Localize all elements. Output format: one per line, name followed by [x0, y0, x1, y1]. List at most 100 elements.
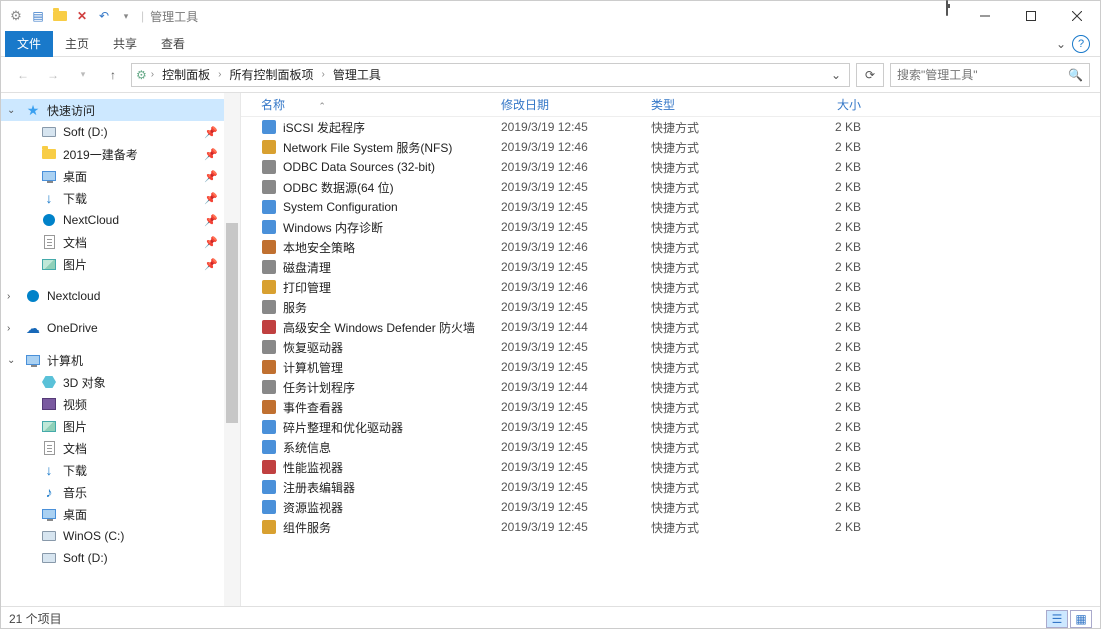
search-icon[interactable]: 🔍	[1068, 68, 1083, 82]
file-size: 2 KB	[781, 260, 861, 274]
ribbon-expand-icon[interactable]: ⌄	[1056, 37, 1066, 51]
view-details-button[interactable]: ☰	[1046, 610, 1068, 628]
minimize-button[interactable]	[962, 1, 1008, 31]
refresh-button[interactable]: ⟳	[856, 63, 884, 87]
search-input[interactable]	[897, 68, 1057, 82]
file-size: 2 KB	[781, 240, 861, 254]
address-bar-row: ← → ▾ ↑ ⚙ › 控制面板 › 所有控制面板项 › 管理工具 ⌄ ⟳ 🔍	[1, 57, 1100, 93]
file-type: 快捷方式	[651, 299, 781, 316]
tab-view[interactable]: 查看	[149, 31, 197, 57]
sidebar-onedrive[interactable]: › ☁ OneDrive	[1, 317, 240, 339]
file-name: 任务计划程序	[283, 379, 501, 396]
file-icon	[261, 419, 277, 435]
file-row[interactable]: 服务2019/3/19 12:45快捷方式2 KB	[241, 297, 1100, 317]
breadcrumb[interactable]: 所有控制面板项	[225, 66, 317, 83]
sidebar-item[interactable]: 桌面📌	[1, 165, 240, 187]
breadcrumb[interactable]: 管理工具	[329, 66, 385, 83]
sidebar-item[interactable]: Soft (D:)	[1, 547, 240, 569]
sidebar-item[interactable]: ↓下载	[1, 459, 240, 481]
address-dropdown-icon[interactable]: ⌄	[827, 68, 845, 82]
file-row[interactable]: iSCSI 发起程序2019/3/19 12:45快捷方式2 KB	[241, 117, 1100, 137]
file-icon	[261, 159, 277, 175]
expand-icon[interactable]: ›	[7, 291, 10, 302]
file-row[interactable]: 性能监视器2019/3/19 12:45快捷方式2 KB	[241, 457, 1100, 477]
search-box[interactable]: 🔍	[890, 63, 1090, 87]
file-row[interactable]: 组件服务2019/3/19 12:45快捷方式2 KB	[241, 517, 1100, 537]
file-name: ODBC 数据源(64 位)	[283, 179, 501, 196]
sidebar-quick-access[interactable]: ⌄ ★ 快速访问	[1, 99, 240, 121]
view-icons-button[interactable]: ▦	[1070, 610, 1092, 628]
qat-delete-icon[interactable]: ✕	[73, 7, 91, 25]
sidebar-item[interactable]: 文档📌	[1, 231, 240, 253]
nav-forward-button[interactable]: →	[41, 63, 65, 87]
battery-icon	[946, 1, 962, 31]
nav-recent-dropdown[interactable]: ▾	[71, 63, 95, 87]
sidebar-item[interactable]: Soft (D:)📌	[1, 121, 240, 143]
expand-icon[interactable]: ⌄	[7, 105, 15, 116]
qat-dropdown-icon[interactable]: ▾	[117, 7, 135, 25]
file-row[interactable]: 恢复驱动器2019/3/19 12:45快捷方式2 KB	[241, 337, 1100, 357]
chevron-right-icon[interactable]: ›	[321, 69, 324, 80]
pin-icon: 📌	[204, 126, 218, 139]
sidebar-item[interactable]: 3D 对象	[1, 371, 240, 393]
column-header-name[interactable]: 名称 ⌃	[261, 96, 501, 113]
chevron-right-icon[interactable]: ›	[218, 69, 221, 80]
sidebar-item[interactable]: 图片	[1, 415, 240, 437]
nav-up-button[interactable]: ↑	[101, 63, 125, 87]
address-bar[interactable]: ⚙ › 控制面板 › 所有控制面板项 › 管理工具 ⌄	[131, 63, 850, 87]
sidebar-nextcloud[interactable]: › Nextcloud	[1, 285, 240, 307]
breadcrumb[interactable]: 控制面板	[158, 66, 214, 83]
sidebar-item[interactable]: 桌面	[1, 503, 240, 525]
tab-home[interactable]: 主页	[53, 31, 101, 57]
file-row[interactable]: Network File System 服务(NFS)2019/3/19 12:…	[241, 137, 1100, 157]
sidebar-item[interactable]: WinOS (C:)	[1, 525, 240, 547]
tab-file[interactable]: 文件	[5, 31, 53, 57]
file-row[interactable]: 事件查看器2019/3/19 12:45快捷方式2 KB	[241, 397, 1100, 417]
nav-back-button[interactable]: ←	[11, 63, 35, 87]
file-row[interactable]: ODBC Data Sources (32-bit)2019/3/19 12:4…	[241, 157, 1100, 177]
file-row[interactable]: 任务计划程序2019/3/19 12:44快捷方式2 KB	[241, 377, 1100, 397]
chevron-right-icon[interactable]: ›	[151, 69, 154, 80]
column-header-size[interactable]: 大小	[781, 96, 861, 113]
file-date: 2019/3/19 12:45	[501, 220, 651, 234]
expand-icon[interactable]: ⌄	[7, 355, 15, 366]
file-type: 快捷方式	[651, 439, 781, 456]
file-row[interactable]: 磁盘清理2019/3/19 12:45快捷方式2 KB	[241, 257, 1100, 277]
file-date: 2019/3/19 12:46	[501, 280, 651, 294]
sidebar-item[interactable]: 2019一建备考📌	[1, 143, 240, 165]
sidebar-scrollbar-thumb[interactable]	[226, 223, 238, 423]
file-row[interactable]: 系统信息2019/3/19 12:45快捷方式2 KB	[241, 437, 1100, 457]
file-row[interactable]: 碎片整理和优化驱动器2019/3/19 12:45快捷方式2 KB	[241, 417, 1100, 437]
file-row[interactable]: 注册表编辑器2019/3/19 12:45快捷方式2 KB	[241, 477, 1100, 497]
sidebar-computer[interactable]: ⌄ 计算机	[1, 349, 240, 371]
column-header-date[interactable]: 修改日期	[501, 96, 651, 113]
tab-share[interactable]: 共享	[101, 31, 149, 57]
file-row[interactable]: System Configuration2019/3/19 12:45快捷方式2…	[241, 197, 1100, 217]
maximize-button[interactable]	[1008, 1, 1054, 31]
file-row[interactable]: Windows 内存诊断2019/3/19 12:45快捷方式2 KB	[241, 217, 1100, 237]
column-header-type[interactable]: 类型	[651, 96, 781, 113]
qat-properties-icon[interactable]: ▤	[29, 7, 47, 25]
file-row[interactable]: 高级安全 Windows Defender 防火墙2019/3/19 12:44…	[241, 317, 1100, 337]
close-button[interactable]	[1054, 1, 1100, 31]
qat-new-folder-icon[interactable]	[51, 7, 69, 25]
file-row[interactable]: 资源监视器2019/3/19 12:45快捷方式2 KB	[241, 497, 1100, 517]
file-row[interactable]: 计算机管理2019/3/19 12:45快捷方式2 KB	[241, 357, 1100, 377]
file-row[interactable]: 打印管理2019/3/19 12:46快捷方式2 KB	[241, 277, 1100, 297]
sidebar-item[interactable]: NextCloud📌	[1, 209, 240, 231]
qat-undo-icon[interactable]: ↶	[95, 7, 113, 25]
help-button[interactable]: ?	[1072, 35, 1090, 53]
expand-icon[interactable]: ›	[7, 323, 10, 334]
file-row[interactable]: 本地安全策略2019/3/19 12:46快捷方式2 KB	[241, 237, 1100, 257]
sidebar-item[interactable]: 图片📌	[1, 253, 240, 275]
sidebar-scrollbar-track[interactable]	[224, 93, 240, 606]
sidebar-item[interactable]: 视频	[1, 393, 240, 415]
sidebar-item[interactable]: ↓下载📌	[1, 187, 240, 209]
file-row[interactable]: ODBC 数据源(64 位)2019/3/19 12:45快捷方式2 KB	[241, 177, 1100, 197]
sidebar-item-label: 视频	[63, 396, 87, 413]
file-size: 2 KB	[781, 380, 861, 394]
sidebar-item[interactable]: 文档	[1, 437, 240, 459]
sidebar-item-label: 图片	[63, 256, 87, 273]
sidebar-item[interactable]: ♪音乐	[1, 481, 240, 503]
computer-icon	[25, 352, 41, 368]
